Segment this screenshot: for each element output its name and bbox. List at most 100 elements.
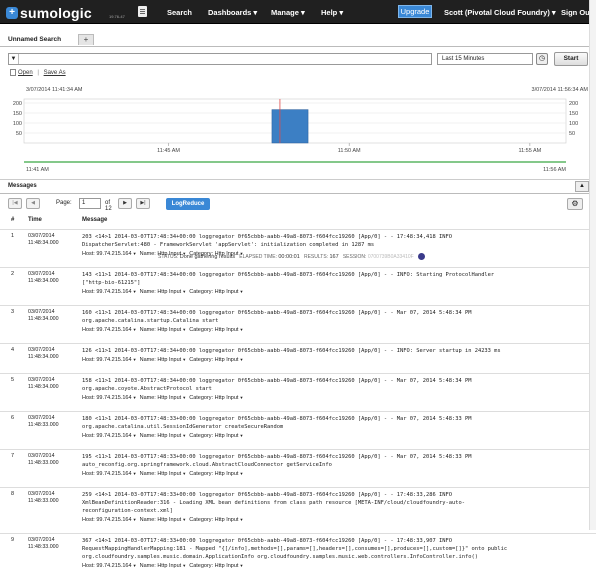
gear-icon[interactable]: ⚙ [567, 198, 583, 210]
prev-page-button[interactable]: ◀ [26, 198, 40, 209]
nav-dashboards[interactable]: Dashboards ▾ [208, 8, 257, 17]
chevron-down-icon[interactable]: ▼ [182, 563, 186, 568]
nav-help[interactable]: Help ▾ [321, 8, 343, 17]
category-value[interactable]: Http Input [215, 289, 239, 295]
histogram-chart[interactable]: 3/07/2014 11:41:34 AM 3/07/2014 11:56:34… [10, 87, 588, 260]
chevron-down-icon[interactable]: ▼ [182, 357, 186, 362]
name-value[interactable]: Http Input [157, 433, 181, 439]
table-row[interactable]: 3 03/07/2014 11:48:34.000 160 <11>1 2014-03… [0, 305, 596, 343]
category-value[interactable]: Http Input [215, 517, 239, 523]
upgrade-button[interactable]: Upgrade [398, 5, 432, 18]
chevron-down-icon[interactable]: ▼ [239, 563, 243, 568]
chevron-down-icon[interactable]: ▼ [239, 357, 243, 362]
category-value[interactable]: Http Input [215, 327, 239, 333]
start-button[interactable]: Start [554, 52, 588, 66]
name-value[interactable]: Http Input [157, 357, 181, 363]
chevron-down-icon[interactable]: ▼ [182, 327, 186, 332]
chevron-down-icon[interactable]: ▼ [182, 517, 186, 522]
chevron-down-icon[interactable]: ▼ [133, 289, 137, 294]
name-value[interactable]: Http Input [157, 563, 181, 569]
user-menu[interactable]: Scott (Pivotal Cloud Foundry) ▾ [444, 8, 556, 17]
search-query-input[interactable]: ▼ [8, 53, 432, 65]
chevron-down-icon[interactable]: ▼ [133, 251, 137, 256]
nav-manage[interactable]: Manage ▾ [271, 8, 305, 17]
chevron-down-icon[interactable]: ▼ [182, 471, 186, 476]
column-header-message[interactable]: Message [82, 217, 107, 223]
table-row[interactable]: 2 03/07/2014 11:48:34.000 143 <11>1 2014-03… [0, 267, 596, 305]
row-number: 9 [11, 537, 15, 543]
clock-icon[interactable]: ◷ [536, 53, 548, 65]
last-page-button[interactable]: ▶| [136, 198, 150, 209]
category-value[interactable]: Http Input [215, 563, 239, 569]
next-page-button[interactable]: ▶ [118, 198, 132, 209]
chevron-down-icon[interactable]: ▼ [239, 327, 243, 332]
host-value[interactable]: 99.74.215.164 [96, 251, 131, 257]
name-value[interactable]: Http Input [157, 517, 181, 523]
name-value[interactable]: Http Input [157, 289, 181, 295]
chevron-down-icon[interactable]: ▼ [133, 433, 137, 438]
row-clock: 11:48:33.000 [28, 460, 59, 466]
host-value[interactable]: 99.74.215.164 [96, 327, 131, 333]
page-scrollbar[interactable] [589, 0, 596, 530]
add-tab-button[interactable]: + [78, 34, 94, 45]
category-value[interactable]: Http Input [215, 433, 239, 439]
document-icon[interactable] [138, 6, 147, 17]
chevron-down-icon[interactable]: ▼ [182, 433, 186, 438]
sign-out-link[interactable]: Sign Out [561, 8, 592, 17]
y-tick-label-right: 50 [569, 131, 575, 137]
host-value[interactable]: 99.74.215.164 [96, 395, 131, 401]
column-header-time[interactable]: Time [28, 217, 42, 223]
nav-search[interactable]: Search [167, 8, 192, 17]
name-value[interactable]: Http Input [157, 471, 181, 477]
chevron-down-icon[interactable]: ▼ [133, 327, 137, 332]
tab-unnamed-search[interactable]: Unnamed Search [8, 33, 61, 47]
name-value[interactable]: Http Input [157, 327, 181, 333]
table-row[interactable]: 8 03/07/2014 11:48:33.000 259 <14>1 2014-03… [0, 487, 596, 533]
table-row[interactable]: 7 03/07/2014 11:48:33.000 195 <11>1 2014-03… [0, 449, 596, 487]
column-header-number[interactable]: # [11, 217, 14, 223]
host-value[interactable]: 99.74.215.164 [96, 563, 131, 569]
category-value[interactable]: Http Input [215, 251, 239, 257]
collapse-up-icon[interactable]: ▲ [575, 181, 589, 192]
host-value[interactable]: 99.74.215.164 [96, 289, 131, 295]
host-value[interactable]: 99.74.215.164 [96, 433, 131, 439]
category-value[interactable]: Http Input [215, 395, 239, 401]
chevron-down-icon[interactable]: ▼ [182, 289, 186, 294]
chevron-down-icon[interactable]: ▼ [133, 395, 137, 400]
open-link[interactable]: Open [18, 70, 33, 76]
chevron-down-icon[interactable]: ▼ [239, 289, 243, 294]
table-row[interactable]: 6 03/07/2014 11:48:33.000 180 <11>1 2014-03… [0, 411, 596, 449]
page-number-input[interactable]: 1 [79, 198, 101, 209]
host-value[interactable]: 99.74.215.164 [96, 357, 131, 363]
chevron-down-icon[interactable]: ▼ [182, 395, 186, 400]
save-as-link[interactable]: Save As [44, 70, 66, 76]
table-row[interactable]: 5 03/07/2014 11:48:34.000 158 <11>1 2014-03… [0, 373, 596, 411]
category-value[interactable]: Http Input [215, 471, 239, 477]
chevron-down-icon[interactable]: ▼ [133, 517, 137, 522]
name-value[interactable]: Http Input [157, 251, 181, 257]
chevron-down-icon[interactable]: ▼ [239, 251, 243, 256]
query-history-dropdown-icon[interactable]: ▼ [9, 54, 19, 64]
name-label: Name: [139, 563, 156, 569]
category-value[interactable]: Http Input [215, 357, 239, 363]
chevron-down-icon[interactable]: ▼ [239, 433, 243, 438]
chevron-down-icon[interactable]: ▼ [182, 251, 186, 256]
chevron-down-icon[interactable]: ▼ [239, 517, 243, 522]
host-value[interactable]: 99.74.215.164 [96, 471, 131, 477]
chevron-down-icon[interactable]: ▼ [133, 357, 137, 362]
tab-messages[interactable]: Messages [8, 183, 37, 189]
table-row[interactable]: 4 03/07/2014 11:48:34.000 126 <11>1 2014-03… [0, 343, 596, 373]
table-row[interactable]: 9 03/07/2014 11:48:33.000 367 <14>1 2014-03… [0, 533, 596, 579]
time-range-input[interactable]: Last 15 Minutes [437, 53, 533, 65]
chevron-down-icon[interactable]: ▼ [239, 395, 243, 400]
name-value[interactable]: Http Input [157, 395, 181, 401]
sumologic-logo[interactable]: + sumologic [6, 5, 92, 21]
chevron-down-icon[interactable]: ▼ [239, 471, 243, 476]
host-label: Host: [82, 395, 95, 401]
logreduce-button[interactable]: LogReduce [166, 198, 210, 210]
host-value[interactable]: 99.74.215.164 [96, 517, 131, 523]
chevron-down-icon[interactable]: ▼ [133, 471, 137, 476]
first-page-button[interactable]: |◀ [8, 198, 22, 209]
table-row[interactable]: 1 03/07/2014 11:48:34.000 203 <14>1 2014-03… [0, 229, 596, 267]
chevron-down-icon[interactable]: ▼ [133, 563, 137, 568]
